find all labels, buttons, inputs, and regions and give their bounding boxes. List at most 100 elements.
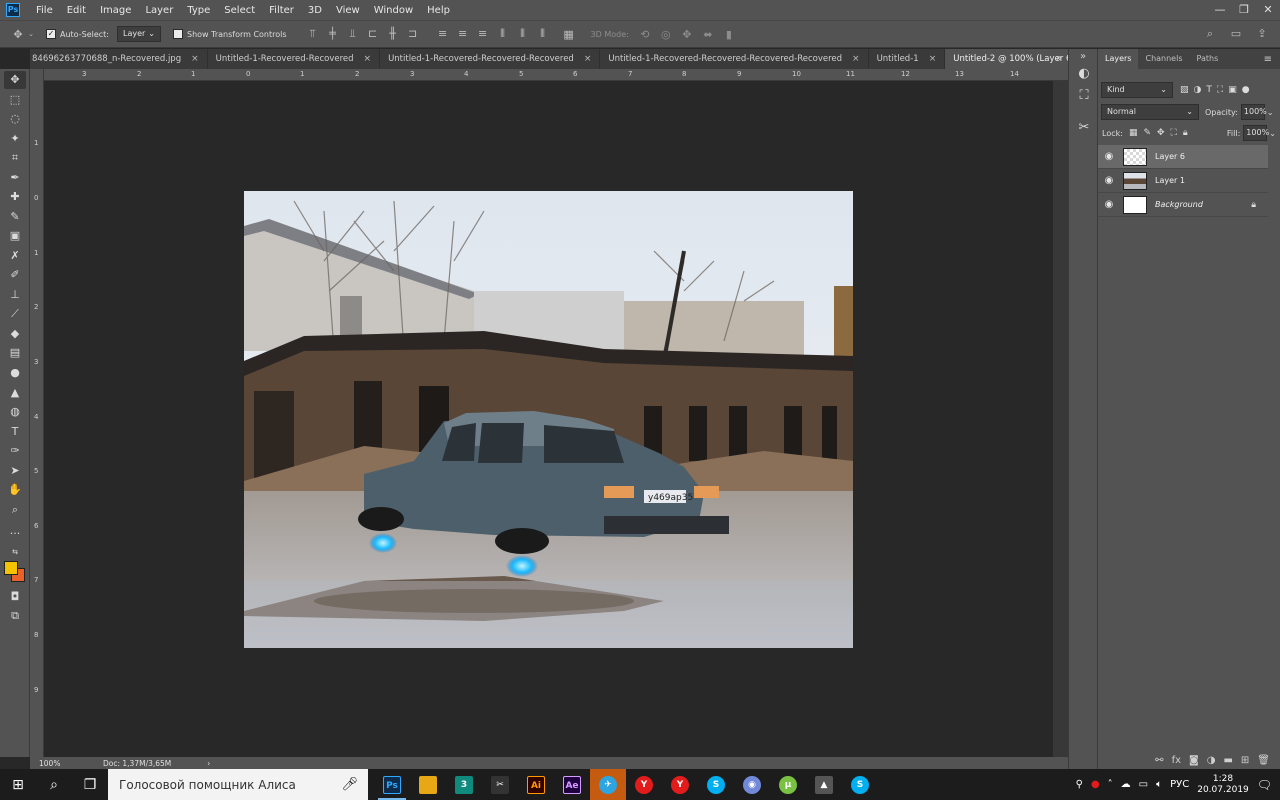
add-mask-icon[interactable]: ◙ (1189, 755, 1199, 766)
lock-all-icon[interactable]: 🔒︎ (1183, 128, 1188, 138)
delete-layer-icon[interactable]: 🗑︎ (1257, 755, 1270, 766)
taskbar-app-illustrator[interactable]: Ai (518, 769, 554, 800)
taskbar-app-3ds-max[interactable]: 3 (446, 769, 482, 800)
taskbar-app-file-explorer[interactable] (410, 769, 446, 800)
adjustment-layer-icon[interactable]: ◑ (1207, 755, 1216, 766)
document-tab[interactable]: Untitled-1-Recovered-Recovered × (207, 49, 381, 69)
antivirus-icon[interactable]: ● (1091, 779, 1100, 790)
align-right-icon[interactable]: ⊐ (405, 27, 421, 41)
auto-select-target-dropdown[interactable]: Layer ⌄ (116, 26, 161, 42)
taskbar-app-telegram[interactable]: ✈ (590, 769, 626, 800)
network-icon[interactable]: ▭ (1139, 779, 1148, 790)
menu-select[interactable]: Select (217, 5, 262, 16)
healing-brush-tool-icon[interactable]: ✚ (4, 188, 26, 206)
lock-image-icon[interactable]: ✎ (1143, 128, 1151, 138)
path-selection-tool-icon[interactable]: ➤ (4, 462, 26, 480)
align-left-icon[interactable]: ⊏ (365, 27, 381, 41)
share-icon[interactable]: ⇪ (1254, 27, 1270, 41)
layer-row[interactable]: ◉ Background 🔒︎ (1098, 193, 1268, 217)
document-tab[interactable]: Untitled-1 × (868, 49, 946, 69)
distribute-top-icon[interactable]: ≡ (435, 27, 451, 41)
blur-tool-icon[interactable]: ▲ (4, 384, 26, 402)
search-box[interactable]: Голосовой помощник Алиса 🎤︎ (108, 769, 368, 800)
menu-filter[interactable]: Filter (262, 5, 301, 16)
close-icon[interactable]: × (584, 54, 592, 64)
new-group-icon[interactable]: ▬ (1223, 755, 1232, 766)
more-tools-icon[interactable]: ··· (4, 525, 26, 543)
clone-stamp-tool-icon[interactable]: ▣ (4, 227, 26, 245)
taskbar-app-skype[interactable]: S (698, 769, 734, 800)
zoom-tool-icon[interactable]: ⌕ (4, 501, 26, 519)
menu-layer[interactable]: Layer (138, 5, 180, 16)
tab-channels[interactable]: Channels (1138, 49, 1189, 69)
layer-row[interactable]: ◉ Layer 1 (1098, 169, 1268, 193)
taskbar-app-yandex[interactable]: Y (662, 769, 698, 800)
taskbar-app-yandex-browser[interactable]: Y (626, 769, 662, 800)
lock-position-icon[interactable]: ✥ (1157, 128, 1165, 138)
menu-help[interactable]: Help (420, 5, 457, 16)
blend-mode-dropdown[interactable]: Normal ⌄ (1101, 104, 1199, 120)
link-layers-icon[interactable]: ⚯ (1155, 755, 1163, 766)
notifications-icon[interactable]: 🗨︎ (1257, 778, 1272, 792)
show-transform-checkbox[interactable]: Show Transform Controls (172, 29, 287, 39)
eyedropper-tool-icon[interactable]: ✒ (4, 169, 26, 187)
menu-edit[interactable]: Edit (60, 5, 93, 16)
workspace-icon[interactable]: ▭ (1228, 27, 1244, 41)
chevron-down-icon[interactable]: ⌄ (26, 30, 36, 38)
new-layer-icon[interactable]: ⊞ (1241, 755, 1249, 766)
move-tool-preset-icon[interactable]: ✥ (10, 28, 26, 41)
history-brush-tool-icon[interactable]: ✗ (4, 247, 26, 265)
align-top-icon[interactable]: ⫪ (305, 27, 321, 41)
history-panel-icon[interactable]: ◐ (1075, 65, 1093, 83)
filter-adjustment-icon[interactable]: ◑ (1194, 85, 1202, 95)
3d-pan-icon[interactable]: ✥ (679, 28, 695, 41)
align-hcenter-icon[interactable]: ╫ (385, 27, 401, 41)
onedrive-icon[interactable]: ☁ (1121, 779, 1131, 790)
document-tab[interactable]: Untitled-1-Recovered-Recovered-Recovered… (380, 49, 601, 69)
distribute-hcenter-icon[interactable]: ⦀ (515, 27, 531, 41)
restore-button[interactable]: ❐ (1232, 0, 1256, 20)
quick-mask-icon[interactable]: ◘ (4, 588, 26, 606)
distribute-vcenter-icon[interactable]: ≡ (455, 27, 471, 41)
menu-image[interactable]: Image (93, 5, 138, 16)
layer-row-selected[interactable]: ◉ Layer 6 (1098, 145, 1268, 169)
windows-start-icon[interactable]: ⊞ (0, 769, 36, 800)
eye-icon[interactable]: ◉ (1098, 175, 1120, 186)
gradient-tool-icon[interactable]: ▤ (4, 344, 26, 362)
3d-roll-icon[interactable]: ◎ (658, 28, 674, 41)
kind-filter-dropdown[interactable]: Kind ⌄ (1101, 82, 1173, 98)
move-tool-icon[interactable]: ✥ (4, 71, 26, 89)
sponge-tool-icon[interactable]: ◍ (4, 403, 26, 421)
close-icon[interactable]: × (929, 54, 937, 64)
align-vcenter-icon[interactable]: ╪ (325, 27, 341, 41)
filter-smart-object-icon[interactable]: ▣ (1228, 85, 1237, 95)
lock-artboard-icon[interactable]: ⛶ (1171, 128, 1177, 138)
chevron-down-icon[interactable]: ⌄ (1269, 129, 1276, 138)
hand-tool-icon[interactable]: ✋ (4, 481, 26, 499)
minimize-button[interactable]: — (1208, 0, 1232, 20)
eraser-tool-icon[interactable]: ✐ (4, 266, 26, 284)
tab-layers[interactable]: Layers (1098, 49, 1139, 69)
menu-type[interactable]: Type (180, 5, 217, 16)
dodge-tool-icon[interactable]: ● (4, 364, 26, 382)
lock-transparent-icon[interactable]: ▦ (1129, 128, 1138, 138)
search-icon[interactable]: ⌕ (36, 769, 72, 800)
tab-overflow-icon[interactable]: » (1056, 49, 1062, 69)
menu-3d[interactable]: 3D (301, 5, 329, 16)
taskbar-app-photos[interactable]: ▲ (806, 769, 842, 800)
3d-slide-icon[interactable]: ⬌ (700, 28, 716, 41)
close-icon[interactable]: × (852, 54, 860, 64)
3d-orbit-icon[interactable]: ⟲ (637, 28, 653, 41)
properties-panel-icon[interactable]: ⛶ (1075, 87, 1093, 105)
type-tool-icon[interactable]: T (4, 423, 26, 441)
layer-name[interactable]: Layer 1 (1155, 176, 1185, 185)
taskbar-app-unity[interactable]: ✂ (482, 769, 518, 800)
people-icon[interactable]: ⚲ (1076, 779, 1083, 790)
pen-tool-icon[interactable]: ✑ (4, 442, 26, 460)
panel-menu-icon[interactable]: ≡ (1264, 54, 1272, 65)
magic-wand-tool-icon[interactable]: ✦ (4, 130, 26, 148)
auto-select-checkbox[interactable]: Auto-Select: (46, 29, 109, 39)
distribute-right-icon[interactable]: ⦀ (535, 27, 551, 41)
menu-window[interactable]: Window (367, 5, 420, 16)
opacity-input[interactable]: 100% (1240, 104, 1267, 120)
